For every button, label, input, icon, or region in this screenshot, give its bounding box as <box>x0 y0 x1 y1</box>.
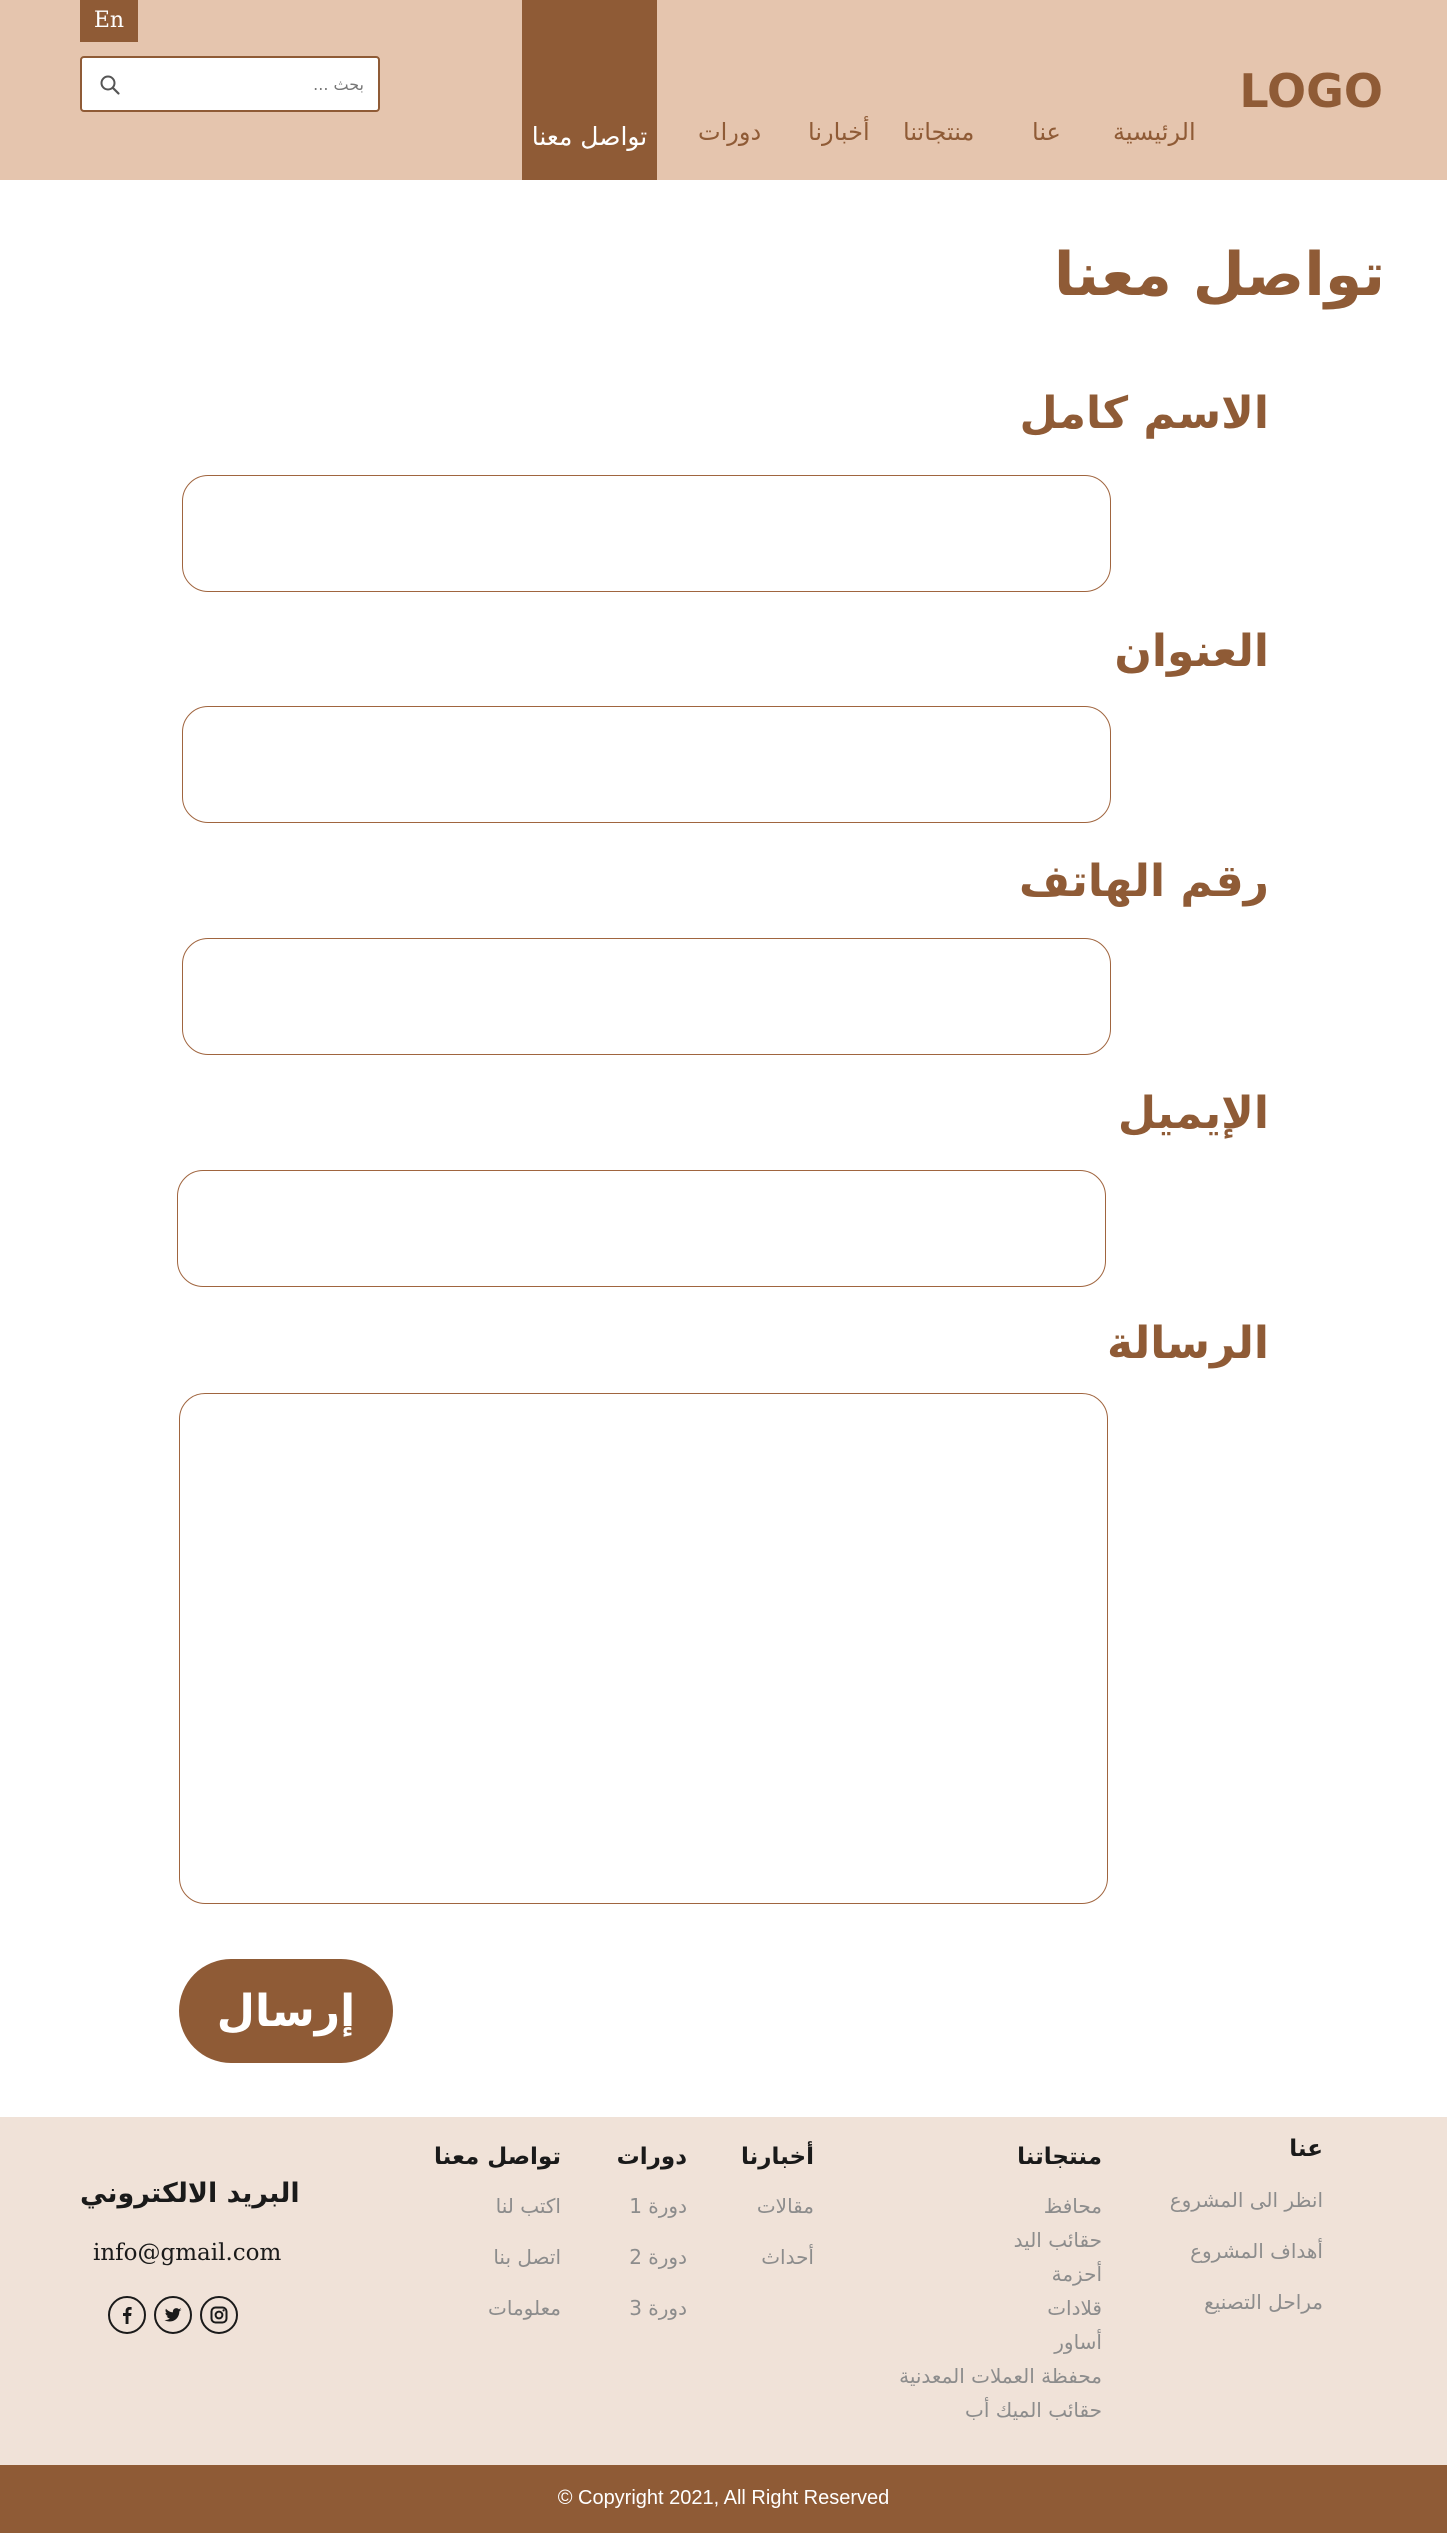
footer-about-link[interactable]: مراحل التصنيع <box>1204 2290 1323 2314</box>
footer-email-value[interactable]: info@gmail.com <box>93 2240 281 2266</box>
footer-about-link[interactable]: أهداف المشروع <box>1190 2239 1323 2263</box>
email-field[interactable] <box>177 1170 1106 1287</box>
footer-news-title: أخبارنا <box>741 2144 814 2170</box>
footer-news-link[interactable]: مقالات <box>757 2194 814 2218</box>
footer-products-link[interactable]: حقائب اليد <box>1014 2228 1102 2252</box>
nav-item-news[interactable]: أخبارنا <box>808 118 870 146</box>
instagram-icon[interactable] <box>200 2296 238 2334</box>
footer-news-link[interactable]: أحداث <box>761 2245 814 2269</box>
footer-contact-link[interactable]: معلومات <box>488 2296 561 2320</box>
footer-products-link[interactable]: أحزمة <box>1052 2262 1102 2286</box>
full-name-field[interactable] <box>182 475 1111 592</box>
facebook-icon[interactable] <box>108 2296 146 2334</box>
footer-products-link[interactable]: محافظ <box>1044 2194 1102 2218</box>
message-field[interactable] <box>179 1393 1108 1904</box>
nav-item-courses[interactable]: دورات <box>698 118 761 146</box>
footer-courses-link[interactable]: دورة 2 <box>629 2245 687 2269</box>
page-title: تواصل معنا <box>1053 240 1385 310</box>
footer-contact-link[interactable]: اتصل بنا <box>493 2245 561 2269</box>
footer-products-link[interactable]: حقائب الميك أب <box>965 2398 1102 2422</box>
footer-courses-title: دورات <box>616 2144 687 2170</box>
submit-button[interactable]: إرسال <box>179 1959 393 2063</box>
email-label: الإيميل <box>1117 1088 1269 1139</box>
full-name-label: الاسم كامل <box>1019 388 1269 439</box>
footer-products-link[interactable]: أساور <box>1054 2330 1102 2354</box>
copyright-bar: © Copyright 2021, All Right Reserved <box>0 2465 1447 2533</box>
footer-about-title: عنا <box>1289 2136 1323 2162</box>
language-toggle[interactable]: En <box>80 0 138 42</box>
copyright-text: © Copyright 2021, All Right Reserved <box>557 2487 890 2509</box>
nav-item-contact[interactable]: تواصل معنا <box>522 0 657 180</box>
footer-courses-link[interactable]: دورة 3 <box>629 2296 687 2320</box>
phone-label: رقم الهاتف <box>1018 856 1269 907</box>
phone-field[interactable] <box>182 938 1111 1055</box>
footer-courses-link[interactable]: دورة 1 <box>629 2194 687 2218</box>
search-icon[interactable] <box>98 73 122 97</box>
footer-products-title: منتجاتنا <box>1017 2144 1102 2170</box>
twitter-icon[interactable] <box>154 2296 192 2334</box>
footer-products-link[interactable]: قلادات <box>1047 2296 1102 2320</box>
address-label: العنوان <box>1114 626 1269 677</box>
footer-about-link[interactable]: انظر الى المشروع <box>1170 2188 1323 2212</box>
search-box[interactable] <box>80 56 380 112</box>
footer-email-title: البريد الالكتروني <box>80 2178 300 2209</box>
footer-contact-title: تواصل معنا <box>434 2144 561 2170</box>
nav-item-about[interactable]: عنا <box>1032 118 1061 146</box>
search-input[interactable] <box>128 68 364 100</box>
footer-products-link[interactable]: محفظة العملات المعدنية <box>899 2364 1102 2388</box>
nav-item-home[interactable]: الرئيسية <box>1113 118 1196 146</box>
address-field[interactable] <box>182 706 1111 823</box>
nav-item-contact-label: تواصل معنا <box>531 122 648 151</box>
site-header: En تواصل معنا دورات أخبارنا منتجاتنا عنا… <box>0 0 1447 180</box>
logo[interactable]: LOGO <box>1239 64 1383 118</box>
footer-contact-link[interactable]: اكتب لنا <box>496 2194 561 2218</box>
message-label: الرسالة <box>1107 1318 1269 1369</box>
nav-item-products[interactable]: منتجاتنا <box>903 118 974 146</box>
